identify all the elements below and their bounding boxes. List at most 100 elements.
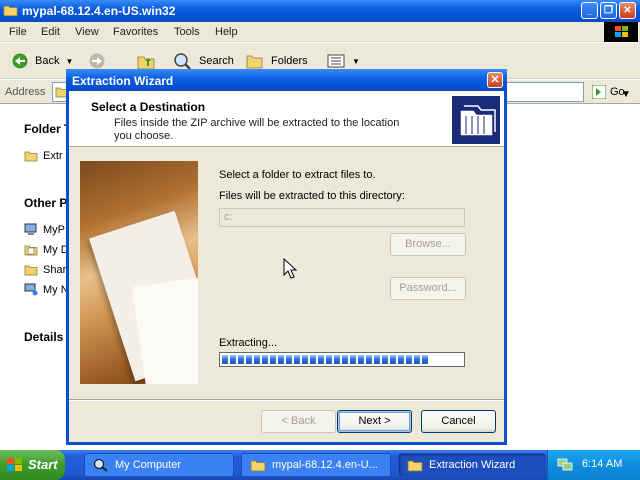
other-places-heading: Other P [24, 196, 68, 210]
zip-folder-icon [452, 96, 500, 144]
close-button[interactable]: ✕ [619, 2, 636, 19]
folders-label: Folders [271, 55, 308, 67]
back-arrow-icon [12, 53, 28, 69]
taskbar-button-mypal[interactable]: mypal-68.12.4.en-U... [241, 453, 391, 477]
search-button[interactable]: Search [173, 51, 234, 71]
views-icon [327, 54, 345, 68]
explorer-titlebar[interactable]: mypal-68.12.4.en-US.win32 _ ❐ ✕ [0, 0, 640, 22]
folder-task-item[interactable]: Extr [24, 149, 63, 162]
folders-icon [246, 55, 263, 69]
back-button[interactable]: Back ▼ [11, 51, 73, 71]
wizard-separator [69, 399, 504, 401]
back-button[interactable]: < Back [261, 410, 336, 433]
windows-flag-icon [7, 458, 22, 471]
wizard-title: Extraction Wizard [72, 74, 174, 88]
wizard-close-button[interactable]: ✕ [487, 72, 503, 88]
progress-block [342, 355, 348, 364]
go-arrow-icon [592, 85, 606, 99]
search-computer-icon [93, 458, 108, 472]
directory-input[interactable]: c: [219, 208, 465, 227]
menu-edit[interactable]: Edit [41, 26, 60, 38]
extract-progress-bar [219, 352, 465, 367]
taskbar: Start My Computer mypal-68.12.4.en-U... … [0, 450, 640, 480]
go-button[interactable]: Go [592, 85, 625, 99]
back-label: Back [35, 55, 60, 67]
other-place-item[interactable]: MyP [24, 223, 65, 236]
wizard-header: Select a Destination Files inside the ZI… [69, 91, 504, 147]
network-connection-icon[interactable] [557, 458, 573, 472]
forward-button[interactable] [88, 51, 106, 71]
computer-icon [24, 223, 37, 235]
folder-tasks-heading: Folder T [24, 122, 72, 136]
restore-button[interactable]: ❐ [600, 2, 617, 19]
menu-tools[interactable]: Tools [174, 26, 200, 38]
other-place-item[interactable]: My D [24, 243, 69, 256]
browse-button[interactable]: Browse... [390, 233, 466, 256]
search-icon [174, 53, 191, 70]
wizard-titlebar[interactable]: Extraction Wizard ✕ [66, 69, 507, 91]
clock: 6:14 AM [582, 458, 623, 470]
file-list-area[interactable] [505, 105, 640, 450]
progress-block [254, 355, 260, 364]
system-tray: 6:14 AM [547, 450, 640, 480]
wizard-header-subtitle: Files inside the ZIP archive will be ext… [114, 117, 400, 142]
forward-arrow-icon [89, 53, 105, 69]
documents-icon [24, 245, 38, 256]
extract-folder-icon [24, 151, 38, 162]
chevron-down-icon[interactable]: ▼ [352, 57, 360, 66]
menu-view[interactable]: View [75, 26, 99, 38]
address-label: Address [5, 86, 46, 98]
progress-block [302, 355, 308, 364]
progress-block [286, 355, 292, 364]
cancel-button[interactable]: Cancel [421, 410, 496, 433]
progress-block [406, 355, 412, 364]
extraction-wizard-dialog: Extraction Wizard ✕ Select a Destination… [66, 69, 507, 445]
folders-button[interactable]: Folders [245, 51, 308, 71]
search-label: Search [199, 55, 234, 67]
next-button[interactable]: Next > [337, 410, 412, 433]
taskbar-button-my-computer[interactable]: My Computer [84, 453, 234, 477]
other-place-item[interactable]: Shar [24, 263, 66, 276]
shared-folder-icon [24, 265, 38, 276]
taskbar-button-extraction-wizard[interactable]: Extraction Wizard [398, 453, 546, 477]
start-button[interactable]: Start [0, 450, 65, 480]
progress-block [350, 355, 356, 364]
menu-bar: File Edit View Favorites Tools Help [0, 22, 640, 42]
progress-block [422, 355, 428, 364]
menu-favorites[interactable]: Favorites [113, 26, 158, 38]
progress-block [334, 355, 340, 364]
extract-status: Extracting... [219, 337, 278, 349]
other-place-item[interactable]: My N [24, 283, 69, 296]
progress-block [270, 355, 276, 364]
folder-icon [407, 460, 423, 472]
progress-block [382, 355, 388, 364]
wizard-header-title: Select a Destination [91, 100, 206, 114]
chevron-down-icon[interactable]: ▼ [65, 57, 73, 66]
network-icon [24, 283, 38, 296]
folder-icon [250, 460, 266, 472]
progress-block [230, 355, 236, 364]
views-button[interactable]: ▼ [326, 51, 360, 71]
up-folder-icon [137, 56, 155, 70]
progress-block [398, 355, 404, 364]
start-label: Start [28, 457, 58, 472]
task-pane: Folder T Extr Other P MyP My D Shar My N… [0, 105, 72, 450]
password-button[interactable]: Password... [390, 277, 466, 300]
wizard-side-image [80, 161, 198, 384]
progress-block [246, 355, 252, 364]
go-label: Go [610, 86, 625, 98]
folder-icon [3, 5, 18, 16]
mouse-pointer-icon [283, 258, 297, 279]
menu-help[interactable]: Help [215, 26, 238, 38]
menu-file[interactable]: File [9, 26, 27, 38]
up-folder-button[interactable] [136, 51, 156, 71]
details-heading: Details [24, 330, 64, 344]
progress-block [262, 355, 268, 364]
minimize-button[interactable]: _ [581, 2, 598, 19]
progress-block [326, 355, 332, 364]
progress-block [278, 355, 284, 364]
progress-block [238, 355, 244, 364]
progress-block [390, 355, 396, 364]
progress-block [374, 355, 380, 364]
progress-block [222, 355, 228, 364]
